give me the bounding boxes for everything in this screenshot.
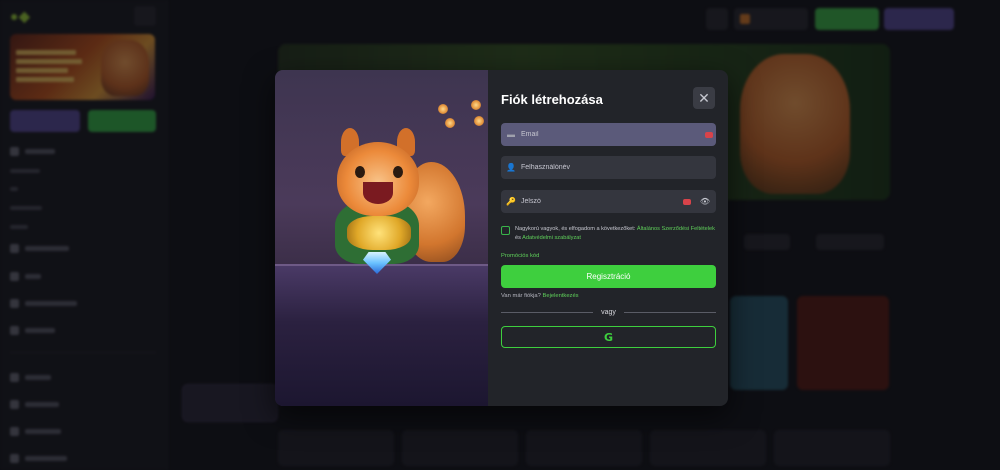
app-root: ●◆ — [0, 0, 1000, 470]
lamp-light — [471, 100, 481, 110]
lamp-light — [445, 118, 455, 128]
password-field[interactable]: 🔑 👁 — [501, 190, 716, 213]
lamp-light — [474, 116, 484, 126]
password-input[interactable] — [521, 190, 680, 213]
google-signin-button[interactable]: G — [501, 326, 716, 348]
lamp-light — [438, 104, 448, 114]
terms-and: és — [515, 235, 521, 241]
close-icon[interactable]: ✕ — [693, 87, 715, 109]
register-form: Fiók létrehozása ✕ ▬ 👤 🔑 👁 Nagykorú vagy… — [488, 70, 728, 406]
have-account-text: Van már fiókja? — [501, 293, 541, 299]
promo-code-link[interactable]: Promóciós kód — [501, 253, 539, 259]
squirrel-eye — [355, 166, 365, 178]
email-field[interactable]: ▬ — [501, 123, 716, 146]
or-divider: vagy — [501, 309, 717, 316]
username-input[interactable] — [521, 156, 716, 179]
email-input[interactable] — [521, 123, 702, 146]
error-icon — [702, 131, 716, 138]
user-icon: 👤 — [506, 163, 516, 172]
register-button[interactable]: Regisztráció — [501, 265, 716, 288]
table-surface — [275, 266, 488, 406]
username-field[interactable]: 👤 — [501, 156, 716, 179]
terms-link[interactable]: Általános Szerződési Feltételek — [637, 226, 715, 232]
modal-illustration — [275, 70, 488, 406]
terms-text: Nagykorú vagyok, és elfogadom a következ… — [515, 225, 716, 243]
have-account-row: Van már fiókja? Bejelentkezés — [501, 293, 579, 299]
email-icon: ▬ — [507, 130, 515, 139]
modal-title: Fiók létrehozása — [501, 92, 603, 107]
eye-icon[interactable]: 👁 — [694, 197, 716, 206]
google-icon: G — [603, 330, 614, 344]
error-icon — [680, 198, 694, 205]
gold-coins — [347, 216, 411, 250]
squirrel-head — [337, 142, 419, 216]
terms-label: Nagykorú vagyok, és elfogadom a következ… — [515, 226, 636, 232]
register-modal: Fiók létrehozása ✕ ▬ 👤 🔑 👁 Nagykorú vagy… — [275, 70, 728, 406]
terms-checkbox[interactable] — [501, 226, 510, 235]
squirrel-eye — [393, 166, 403, 178]
login-link[interactable]: Bejelentkezés — [542, 293, 578, 299]
squirrel-mouth — [363, 182, 393, 204]
or-text: vagy — [601, 309, 616, 316]
key-icon: 🔑 — [506, 197, 516, 206]
privacy-link[interactable]: Adatvédelmi szabályzat — [522, 235, 581, 241]
terms-consent: Nagykorú vagyok, és elfogadom a következ… — [501, 225, 716, 243]
